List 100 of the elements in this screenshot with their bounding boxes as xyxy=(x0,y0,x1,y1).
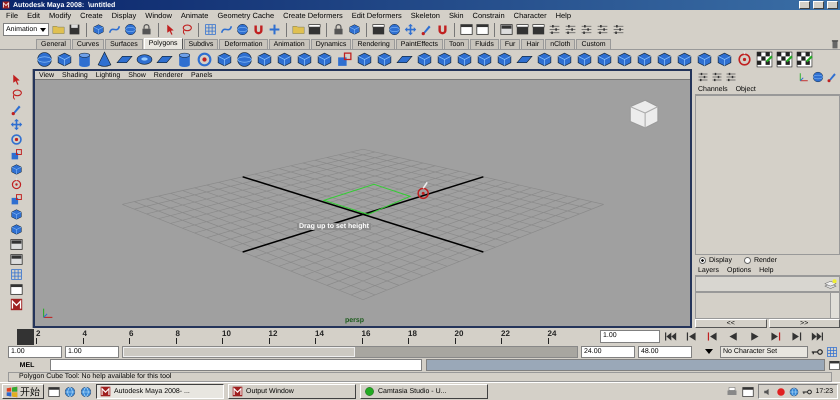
clapperboard-icon[interactable] xyxy=(308,23,321,36)
range-slider[interactable] xyxy=(122,346,578,358)
cube-icon[interactable] xyxy=(616,51,633,68)
sliders-icon[interactable] xyxy=(711,71,723,83)
window-list-icon[interactable] xyxy=(460,23,473,36)
cube-icon[interactable] xyxy=(636,51,653,68)
range-handle[interactable] xyxy=(123,346,355,356)
skip-to-end-icon[interactable] xyxy=(811,330,824,343)
cube-icon[interactable] xyxy=(476,51,493,68)
rotate-icon[interactable] xyxy=(10,133,22,146)
skip-to-start-icon[interactable] xyxy=(664,330,677,343)
checker-icon[interactable] xyxy=(756,51,773,68)
lock-icon[interactable] xyxy=(140,23,153,36)
panel-layout-icon[interactable] xyxy=(500,23,513,36)
scale-icon[interactable] xyxy=(336,51,353,68)
window-list-icon[interactable] xyxy=(10,283,22,296)
panel-layout-icon[interactable] xyxy=(10,238,22,251)
cone-icon[interactable] xyxy=(96,51,113,68)
window-list-icon[interactable] xyxy=(742,386,754,398)
sliders-icon[interactable] xyxy=(697,71,709,83)
sliders-icon[interactable] xyxy=(596,23,609,36)
printer-icon[interactable] xyxy=(726,386,738,398)
minimize-button[interactable] xyxy=(799,1,810,9)
sliders-icon[interactable] xyxy=(548,23,561,36)
paint-brush-icon[interactable] xyxy=(826,71,838,83)
maya-app-icon[interactable] xyxy=(10,298,22,311)
sphere-icon[interactable] xyxy=(236,51,253,68)
cube-icon[interactable] xyxy=(348,23,361,36)
cube-icon[interactable] xyxy=(556,51,573,68)
sliders-icon[interactable] xyxy=(564,23,577,36)
cylinder-icon[interactable] xyxy=(76,51,93,68)
cube-icon[interactable] xyxy=(496,51,513,68)
command-input[interactable] xyxy=(50,359,422,371)
sphere-icon[interactable] xyxy=(388,23,401,36)
checker-icon[interactable] xyxy=(776,51,793,68)
cube-icon[interactable] xyxy=(316,51,333,68)
magnet-icon[interactable] xyxy=(436,23,449,36)
cube-icon[interactable] xyxy=(356,51,373,68)
cube-icon[interactable] xyxy=(656,51,673,68)
sphere-icon[interactable] xyxy=(36,51,53,68)
panel-layout-icon[interactable] xyxy=(10,253,22,266)
plus-icon[interactable] xyxy=(268,23,281,36)
cube-icon[interactable] xyxy=(56,51,73,68)
globe-icon[interactable] xyxy=(80,386,92,398)
sliders-icon[interactable] xyxy=(580,23,593,36)
sphere-icon[interactable] xyxy=(124,23,137,36)
window-list-icon[interactable] xyxy=(476,23,489,36)
cube-icon[interactable] xyxy=(276,51,293,68)
move-icon[interactable] xyxy=(404,23,417,36)
sphere-icon[interactable] xyxy=(236,23,249,36)
lasso-icon[interactable] xyxy=(180,23,193,36)
cube-icon[interactable] xyxy=(596,51,613,68)
cube-icon[interactable] xyxy=(216,51,233,68)
cube-icon[interactable] xyxy=(576,51,593,68)
trash-can-icon[interactable] xyxy=(830,39,840,49)
cube-icon[interactable] xyxy=(10,208,22,221)
play-backward-icon[interactable] xyxy=(727,330,740,343)
sliders-icon[interactable] xyxy=(612,23,625,36)
cube-icon[interactable] xyxy=(376,51,393,68)
scale-icon[interactable] xyxy=(10,193,22,206)
lasso-icon[interactable] xyxy=(10,88,22,101)
layers-icon[interactable] xyxy=(824,278,837,290)
grid-icon[interactable] xyxy=(204,23,217,36)
scale-icon[interactable] xyxy=(10,148,22,161)
clapperboard-icon[interactable] xyxy=(516,23,529,36)
move-icon[interactable] xyxy=(10,118,22,131)
cube-icon[interactable] xyxy=(456,51,473,68)
window-list-icon[interactable] xyxy=(48,386,60,398)
globe-icon[interactable] xyxy=(789,386,800,396)
record-icon[interactable] xyxy=(776,386,786,396)
cube-icon[interactable] xyxy=(10,163,22,176)
lock-icon[interactable] xyxy=(332,23,345,36)
cube-icon[interactable] xyxy=(676,51,693,68)
cube-icon[interactable] xyxy=(696,51,713,68)
key-back-icon[interactable] xyxy=(706,330,719,343)
scrollbar[interactable] xyxy=(830,293,839,318)
globe-icon[interactable] xyxy=(64,386,76,398)
cube-icon[interactable] xyxy=(716,51,733,68)
clapperboard-icon[interactable] xyxy=(532,23,545,36)
cube-icon[interactable] xyxy=(536,51,553,68)
cube-icon[interactable] xyxy=(10,223,22,236)
paint-brush-icon[interactable] xyxy=(10,103,22,116)
sphere-icon[interactable] xyxy=(812,71,824,83)
window-list-icon[interactable] xyxy=(829,360,840,370)
cube-icon[interactable] xyxy=(256,51,273,68)
rotate-icon[interactable] xyxy=(196,51,213,68)
axis-icon[interactable] xyxy=(798,71,810,83)
step-forward-icon[interactable] xyxy=(790,330,803,343)
cube-icon[interactable] xyxy=(436,51,453,68)
manipulator-icon[interactable] xyxy=(417,182,429,200)
curve-icon[interactable] xyxy=(220,23,233,36)
magnet-icon[interactable] xyxy=(252,23,265,36)
paint-brush-icon[interactable] xyxy=(420,23,433,36)
cube-icon[interactable] xyxy=(416,51,433,68)
cylinder-icon[interactable] xyxy=(176,51,193,68)
close-button[interactable] xyxy=(827,1,838,9)
cube-icon[interactable] xyxy=(92,23,105,36)
maximize-button[interactable] xyxy=(813,1,824,9)
key-forward-icon[interactable] xyxy=(769,330,782,343)
key-icon[interactable] xyxy=(802,386,812,396)
